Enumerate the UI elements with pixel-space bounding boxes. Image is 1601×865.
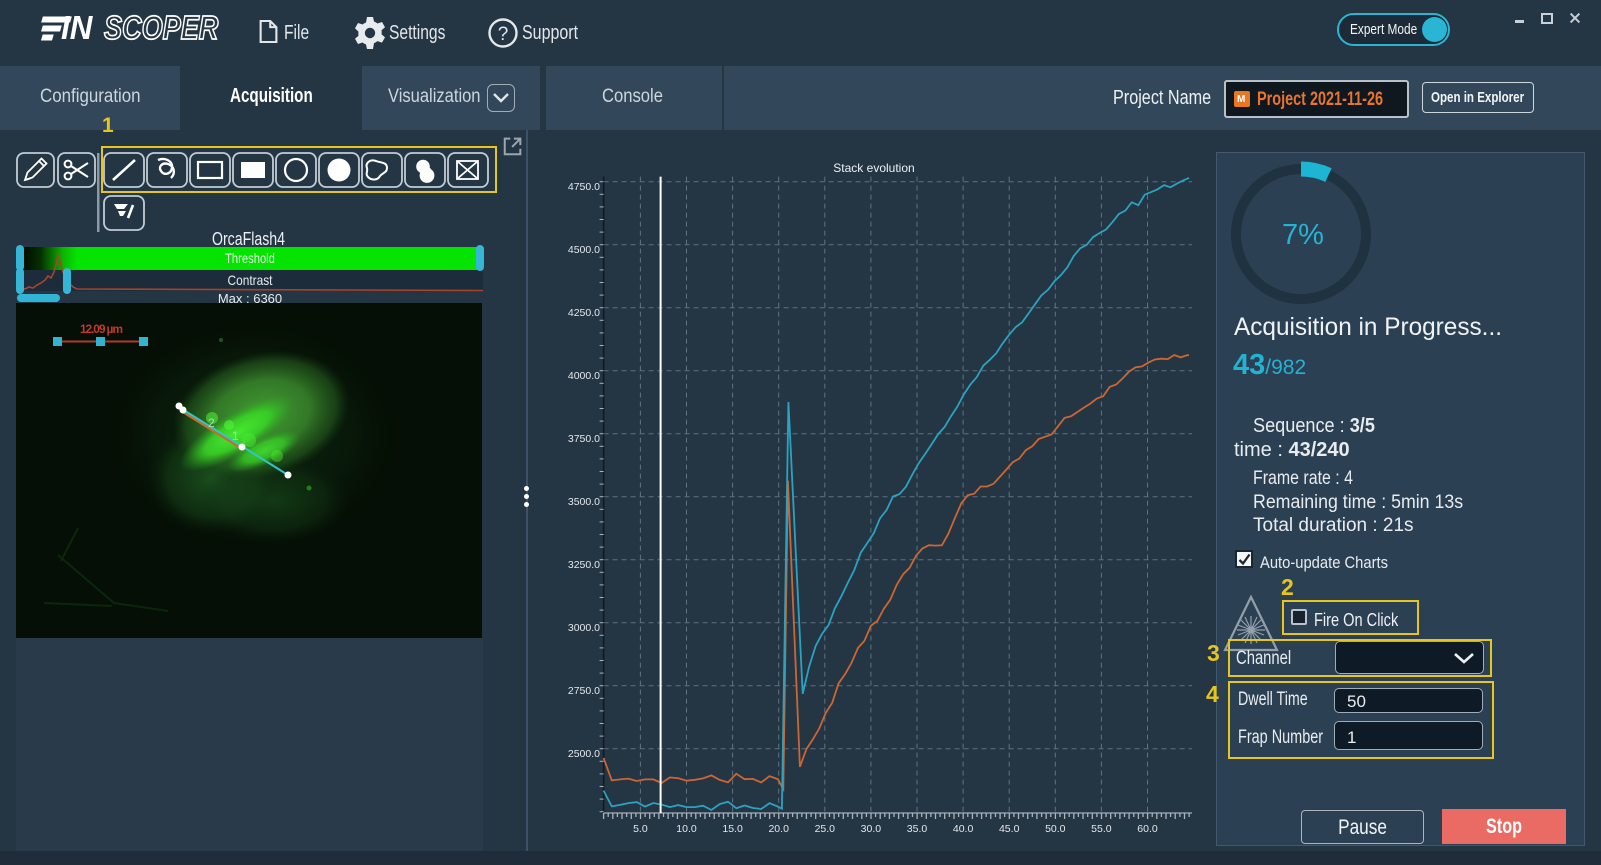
svg-text:50.0: 50.0 [1045, 823, 1066, 835]
svg-text:1: 1 [232, 429, 239, 443]
svg-text:55.0: 55.0 [1091, 823, 1112, 835]
svg-text:4000.0: 4000.0 [568, 370, 600, 382]
svg-text:60.0: 60.0 [1137, 823, 1158, 835]
svg-text:?: ? [498, 24, 509, 45]
svg-text:10.0: 10.0 [676, 823, 697, 835]
svg-text:45.0: 45.0 [999, 823, 1020, 835]
svg-text:4750.0: 4750.0 [568, 181, 600, 193]
svg-text:35.0: 35.0 [907, 823, 928, 835]
svg-text:3500.0: 3500.0 [568, 496, 600, 508]
svg-text:15.0: 15.0 [722, 823, 743, 835]
svg-text:3000.0: 3000.0 [568, 622, 600, 634]
svg-text:2500.0: 2500.0 [568, 748, 600, 760]
svg-text:20.0: 20.0 [768, 823, 789, 835]
svg-text:2: 2 [208, 416, 215, 430]
svg-text:5.0: 5.0 [633, 823, 648, 835]
svg-text:7%: 7% [1282, 219, 1324, 251]
svg-text:3250.0: 3250.0 [568, 559, 600, 571]
svg-text:4250.0: 4250.0 [568, 307, 600, 319]
svg-text:Stack evolution: Stack evolution [833, 161, 914, 175]
svg-text:30.0: 30.0 [861, 823, 882, 835]
svg-text:12.09 µm: 12.09 µm [80, 322, 123, 336]
svg-text:3750.0: 3750.0 [568, 433, 600, 445]
svg-text:25.0: 25.0 [815, 823, 836, 835]
svg-text:4500.0: 4500.0 [568, 244, 600, 256]
svg-text:40.0: 40.0 [953, 823, 974, 835]
svg-text:2750.0: 2750.0 [568, 685, 600, 697]
